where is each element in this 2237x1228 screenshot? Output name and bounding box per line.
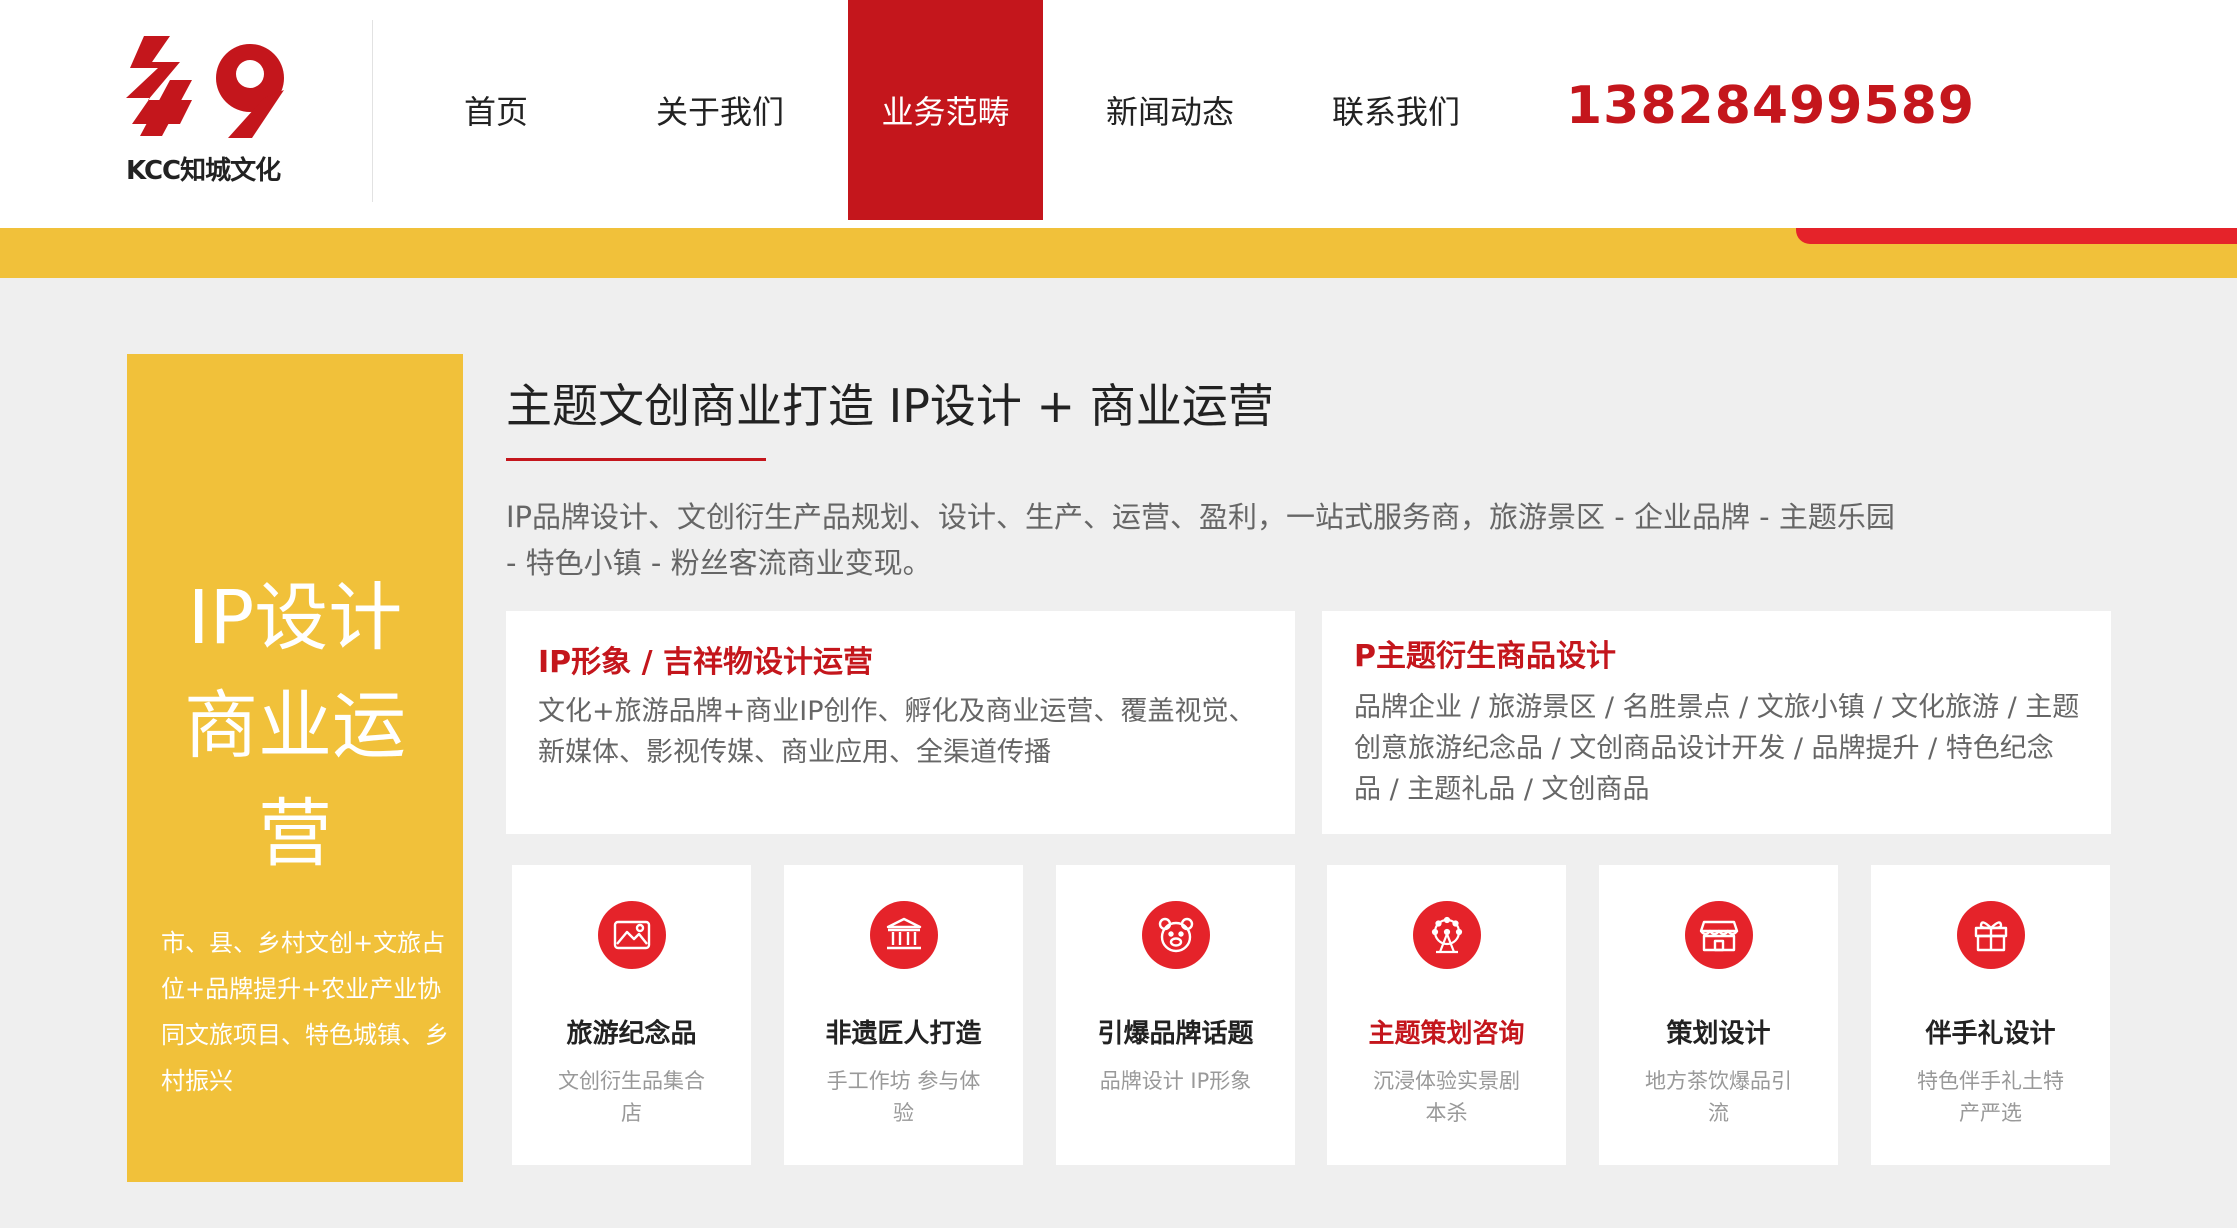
tile-title: 策划设计 xyxy=(1666,1019,1771,1049)
service-tile-heritage-craft[interactable]: 非遗匠人打造 手工作坊 参与体验 xyxy=(784,865,1023,1165)
service-tile-gift-design[interactable]: 伴手礼设计 特色伴手礼土特产严选 xyxy=(1871,865,2110,1165)
tile-description: 文创衍生品集合店 xyxy=(558,1069,705,1125)
feature-description: 文化+旅游品牌+商业IP创作、孵化及商业运营、覆盖视觉、新媒体、影视传媒、商业应… xyxy=(538,696,1256,768)
service-tile-theme-consulting[interactable]: 主题策划咨询 沉浸体验实景剧本杀 xyxy=(1327,865,1566,1165)
red-accent-bar xyxy=(1796,228,2237,244)
tile-description: 品牌设计 IP形象 xyxy=(1099,1069,1252,1093)
tile-title: 引爆品牌话题 xyxy=(1097,1019,1254,1049)
sidebar-description: 市、县、乡村文创+文旅占位+品牌提升+农业产业协同文旅项目、特色城镇、乡村振兴 xyxy=(161,929,449,1095)
gift-icon xyxy=(1957,901,2025,969)
service-tile-brand-buzz[interactable]: 引爆品牌话题 品牌设计 IP形象 xyxy=(1056,865,1295,1165)
tile-description: 地方茶饮爆品引流 xyxy=(1645,1069,1792,1125)
sidebar-title-line: 营 xyxy=(258,791,332,877)
nav-item-news[interactable]: 新闻动态 xyxy=(1090,0,1250,220)
temple-icon xyxy=(870,901,938,969)
tile-title: 伴手礼设计 xyxy=(1925,1019,2056,1049)
tile-title: 非遗匠人打造 xyxy=(825,1019,982,1049)
site-header: KCC知城文化 首页 关于我们 业务范畴 新闻动态 联系我们 138284995… xyxy=(0,0,2237,228)
feature-title: P主题衍生商品设计 xyxy=(1354,639,1616,674)
section-title: 主题文创商业打造 IP设计 + 商业运营 xyxy=(506,379,1274,433)
tile-description: 沉浸体验实景剧本杀 xyxy=(1373,1069,1520,1125)
ferris-wheel-icon xyxy=(1413,901,1481,969)
sidebar-title: IP设计 商业运 营 xyxy=(127,564,463,888)
sidebar-title-line: IP设计 xyxy=(187,575,403,661)
service-tile-souvenir[interactable]: 旅游纪念品 文创衍生品集合店 xyxy=(512,865,751,1165)
service-tile-planning-design[interactable]: 策划设计 地方茶饮爆品引流 xyxy=(1599,865,1838,1165)
sidebar-title-line: 商业运 xyxy=(184,683,406,769)
nav-item-about[interactable]: 关于我们 xyxy=(640,0,800,220)
nav-item-contact[interactable]: 联系我们 xyxy=(1316,0,1476,220)
feature-card-derivative-goods[interactable]: P主题衍生商品设计 品牌企业 / 旅游景区 / 名胜景点 / 文旅小镇 / 文化… xyxy=(1322,611,2111,834)
logo-text: KCC知城文化 xyxy=(126,156,281,186)
phone-number[interactable]: 13828499589 xyxy=(1566,76,1975,136)
storefront-icon xyxy=(1685,901,1753,969)
tile-description: 特色伴手礼土特产严选 xyxy=(1917,1069,2064,1125)
feature-title: IP形象 / 吉祥物设计运营 xyxy=(538,645,873,680)
title-underline xyxy=(506,458,766,461)
bear-icon xyxy=(1142,901,1210,969)
nav-item-business[interactable]: 业务范畴 xyxy=(848,0,1043,220)
section-intro: IP品牌设计、文创衍生产品规划、设计、生产、运营、盈利，一站式服务商，旅游景区 … xyxy=(506,500,1895,580)
feature-card-ip-mascot[interactable]: IP形象 / 吉祥物设计运营 文化+旅游品牌+商业IP创作、孵化及商业运营、覆盖… xyxy=(506,611,1295,834)
landscape-icon xyxy=(598,901,666,969)
sidebar-panel: IP设计 商业运 营 市、县、乡村文创+文旅占位+品牌提升+农业产业协同文旅项目… xyxy=(127,354,463,1182)
tile-title: 主题策划咨询 xyxy=(1368,1019,1525,1049)
tile-description: 手工作坊 参与体验 xyxy=(826,1069,981,1125)
tile-title: 旅游纪念品 xyxy=(566,1019,697,1049)
site-logo[interactable]: KCC知城文化 xyxy=(122,28,307,188)
header-divider xyxy=(372,20,373,202)
feature-description: 品牌企业 / 旅游景区 / 名胜景点 / 文旅小镇 / 文化旅游 / 主题创意旅… xyxy=(1354,692,2080,805)
nav-item-home[interactable]: 首页 xyxy=(440,0,552,220)
logo-mark-icon xyxy=(126,36,284,138)
